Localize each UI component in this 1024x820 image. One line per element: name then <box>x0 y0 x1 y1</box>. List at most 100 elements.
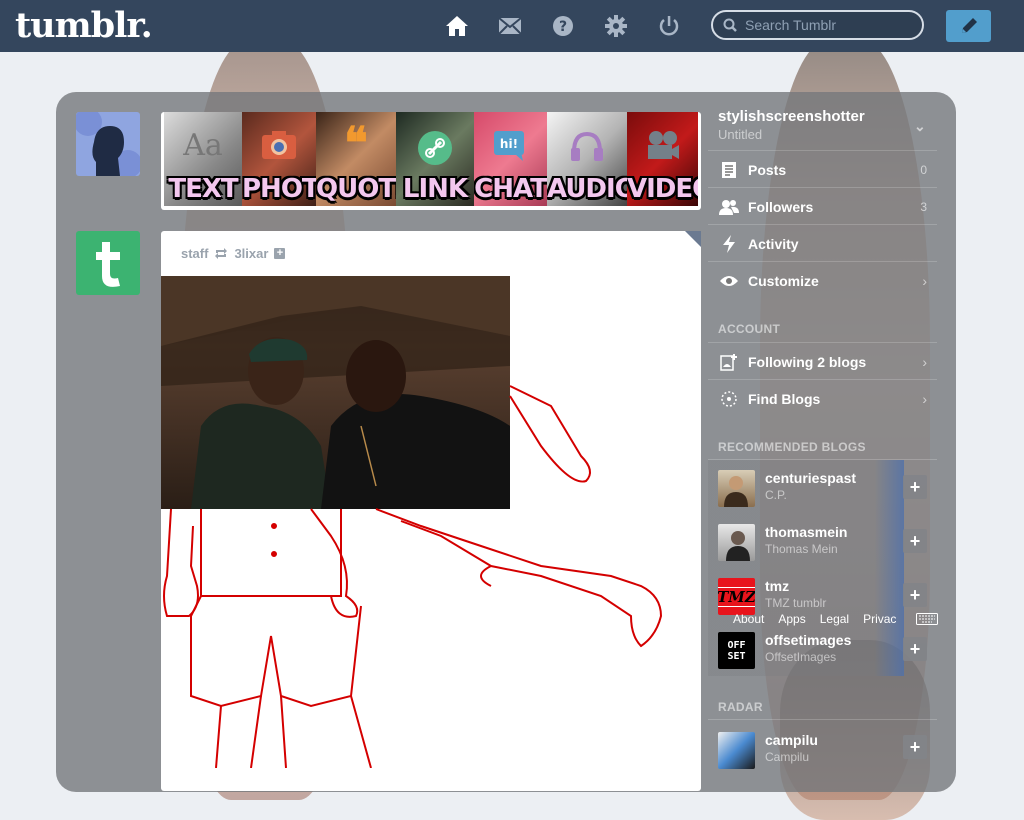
headphones-icon <box>569 130 605 167</box>
radar-heading: RADAR <box>718 700 763 714</box>
post-type-link-label: LINK <box>402 174 468 204</box>
video-camera-icon <box>645 130 681 169</box>
posts-count: 0 <box>920 162 927 177</box>
power-icon[interactable] <box>656 13 682 39</box>
post-type-audio-label: AUDIO <box>547 174 627 204</box>
post-type-photo[interactable]: PHOTO <box>242 112 316 206</box>
chevron-right-icon: › <box>922 353 927 370</box>
reblogged-from[interactable]: 3lixar <box>234 246 268 261</box>
recommended-blog[interactable]: OFF SET offsetimages OffsetImages <box>708 622 904 676</box>
mail-icon[interactable] <box>497 13 523 39</box>
recommended-blog-title: TMZ tumblr <box>765 596 827 610</box>
pencil-icon <box>961 18 977 33</box>
post-type-audio[interactable]: AUDIO <box>547 112 627 206</box>
post-fold-corner <box>685 231 701 247</box>
sidebar-item-followers[interactable]: Followers 3 <box>708 187 937 225</box>
footer-links: About Apps Legal Privac <box>733 612 896 626</box>
footer-link-privacy[interactable]: Privac <box>863 612 896 626</box>
footer-link-apps[interactable]: Apps <box>778 612 805 626</box>
offset-logo-avatar: OFF SET <box>718 632 755 669</box>
recommended-blog[interactable]: centuriespast C.P. <box>708 460 904 514</box>
sidebar-item-find-blogs-label: Find Blogs <box>748 390 821 407</box>
sidebar-item-followers-label: Followers <box>748 198 814 215</box>
sidebar-item-find-blogs[interactable]: Find Blogs › <box>708 379 937 417</box>
recommended-blog[interactable]: thomasmein Thomas Mein <box>708 514 904 568</box>
radar-blog-title: Campilu <box>765 750 810 764</box>
tumblr-logo[interactable]: tumblr. <box>15 5 153 46</box>
post-type-chat[interactable]: hi! CHAT <box>474 112 547 206</box>
recommended-blog-title: Thomas Mein <box>765 542 838 556</box>
post-type-video-label: VIDEO <box>627 174 698 204</box>
post-author[interactable]: staff <box>181 246 208 261</box>
follow-button[interactable]: + <box>903 529 927 553</box>
sidebar-item-posts-label: Posts <box>748 161 787 178</box>
post-type-quote[interactable]: ❝ QUOTE <box>316 112 396 206</box>
activity-icon <box>718 234 740 253</box>
search-input[interactable] <box>743 16 917 34</box>
keyboard-icon[interactable] <box>916 612 938 630</box>
user-avatar[interactable] <box>76 112 140 176</box>
follow-button[interactable]: + <box>903 637 927 661</box>
post-type-photo-label: PHOTO <box>242 174 316 204</box>
staff-avatar[interactable] <box>76 231 140 295</box>
followers-icon <box>718 199 740 215</box>
recommended-blog-title: C.P. <box>765 488 787 502</box>
recommended-blog-name: centuriespast <box>765 470 857 486</box>
following-icon <box>718 353 740 371</box>
follow-button[interactable]: + <box>903 735 927 759</box>
settings-icon[interactable] <box>603 13 629 39</box>
posts-icon <box>718 161 740 179</box>
radar-blog-name: campilu <box>765 732 818 748</box>
post-type-quote-label: QUOTE <box>316 174 396 204</box>
svg-text:?: ? <box>559 19 567 35</box>
post-type-video[interactable]: VIDEO <box>627 112 698 206</box>
post-type-chat-label: CHAT <box>474 174 547 204</box>
recommended-blog-name: offsetimages <box>765 632 852 648</box>
sidebar-item-following[interactable]: Following 2 blogs › <box>708 342 937 380</box>
follow-button[interactable]: + <box>903 475 927 499</box>
post-type-link[interactable]: LINK <box>396 112 474 206</box>
sidebar-item-activity[interactable]: Activity <box>708 224 937 262</box>
footer-link-about[interactable]: About <box>733 612 764 626</box>
followers-count: 3 <box>920 199 927 214</box>
compose-button[interactable] <box>946 10 991 42</box>
recommended-avatar <box>718 470 755 507</box>
sidebar-item-activity-label: Activity <box>748 235 799 252</box>
post-header: staff 3lixar + <box>181 246 286 261</box>
account-heading: ACCOUNT <box>718 322 781 336</box>
reblog-icon <box>215 248 228 259</box>
search-icon <box>723 18 737 32</box>
tmz-badge: TMZ <box>718 586 755 607</box>
post-type-text[interactable]: Aa TEXT <box>164 112 242 206</box>
sidebar-item-following-label: Following 2 blogs <box>748 353 867 370</box>
sidebar-item-customize[interactable]: Customize › <box>708 261 937 299</box>
help-icon[interactable]: ? <box>550 13 576 39</box>
offset-badge: OFF SET <box>727 639 746 662</box>
chat-icon: hi! <box>493 130 529 167</box>
recommended-avatar <box>718 524 755 561</box>
radar-avatar <box>718 732 755 769</box>
post-drawing <box>163 385 663 768</box>
recommended-blog-name: thomasmein <box>765 524 848 540</box>
find-blogs-icon <box>718 390 740 408</box>
follow-plus-icon[interactable]: + <box>274 248 286 259</box>
follow-button[interactable]: + <box>903 583 927 607</box>
tmz-logo-avatar: TMZ <box>718 578 755 615</box>
home-icon[interactable] <box>444 13 470 39</box>
footer-link-legal[interactable]: Legal <box>820 612 849 626</box>
blog-menu-chevron-icon[interactable]: ⌄ <box>914 118 926 135</box>
recommended-blog-title: OffsetImages <box>765 650 837 664</box>
quote-icon: ❝ <box>344 118 368 169</box>
blog-name[interactable]: stylishscreenshotter <box>718 108 865 125</box>
svg-text:hi!: hi! <box>499 137 517 151</box>
chevron-right-icon: › <box>922 390 927 407</box>
text-icon: Aa <box>183 128 223 163</box>
sidebar-item-posts[interactable]: Posts 0 <box>708 150 937 188</box>
chevron-right-icon: › <box>922 272 927 289</box>
blog-title: Untitled <box>718 127 763 142</box>
eye-icon <box>718 275 740 287</box>
post-type-text-label: TEXT <box>168 174 238 204</box>
recommended-blog-name: tmz <box>765 578 790 594</box>
search-box[interactable] <box>711 10 924 40</box>
post-type-bar: Aa TEXT PHOTO ❝ QUOTE LINK hi! CHAT AUDI… <box>161 112 701 210</box>
